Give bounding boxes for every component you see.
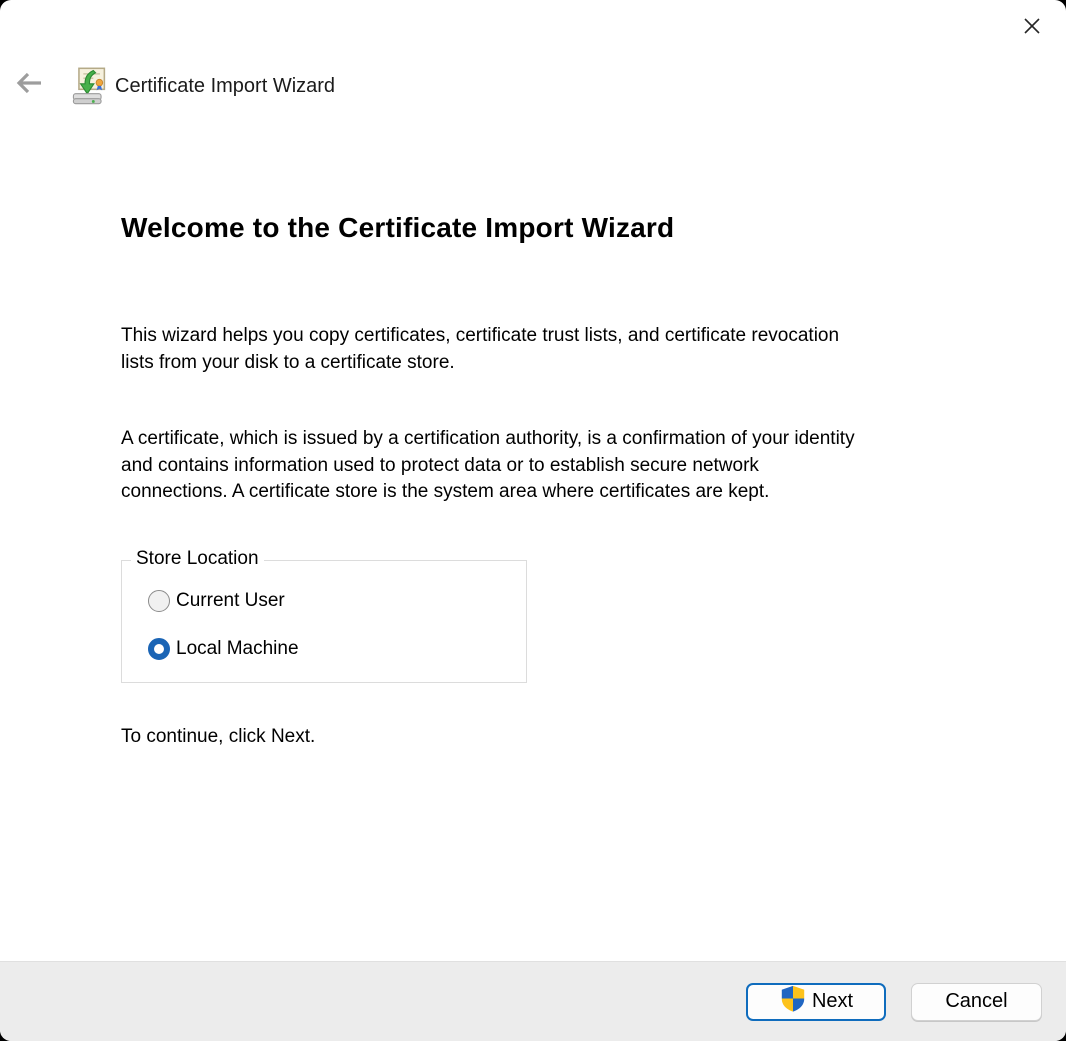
radio-local-machine[interactable]: Local Machine xyxy=(148,638,299,660)
store-location-label: Store Location xyxy=(131,548,264,570)
intro-paragraph: This wizard helps you copy certificates,… xyxy=(121,323,1001,376)
footer-bar: Next Cancel xyxy=(0,961,1066,1041)
cancel-button-label: Cancel xyxy=(945,990,1007,1013)
radio-label: Local Machine xyxy=(176,638,299,660)
close-icon xyxy=(1018,12,1046,45)
description-paragraph: A certificate, which is issued by a cert… xyxy=(121,426,1001,506)
continue-hint: To continue, click Next. xyxy=(121,726,315,748)
radio-current-user[interactable]: Current User xyxy=(148,590,285,612)
certificate-import-icon xyxy=(70,65,110,107)
wizard-title: Certificate Import Wizard xyxy=(115,75,335,98)
wizard-header: Certificate Import Wizard xyxy=(0,63,1066,109)
next-button[interactable]: Next xyxy=(746,983,886,1021)
store-location-groupbox: Store Location Current User Local Machin… xyxy=(121,560,527,683)
radio-icon xyxy=(148,590,170,612)
back-arrow-icon xyxy=(13,69,45,102)
cancel-button[interactable]: Cancel xyxy=(911,983,1042,1021)
certificate-import-wizard-window: Certificate Import Wizard Welcome to the… xyxy=(0,0,1066,1041)
close-button[interactable] xyxy=(1010,8,1054,48)
radio-label: Current User xyxy=(176,590,285,612)
back-button[interactable] xyxy=(13,70,45,100)
uac-shield-icon xyxy=(779,985,807,1018)
radio-icon xyxy=(148,638,170,660)
next-button-label: Next xyxy=(812,990,853,1013)
page-title: Welcome to the Certificate Import Wizard xyxy=(121,212,674,244)
